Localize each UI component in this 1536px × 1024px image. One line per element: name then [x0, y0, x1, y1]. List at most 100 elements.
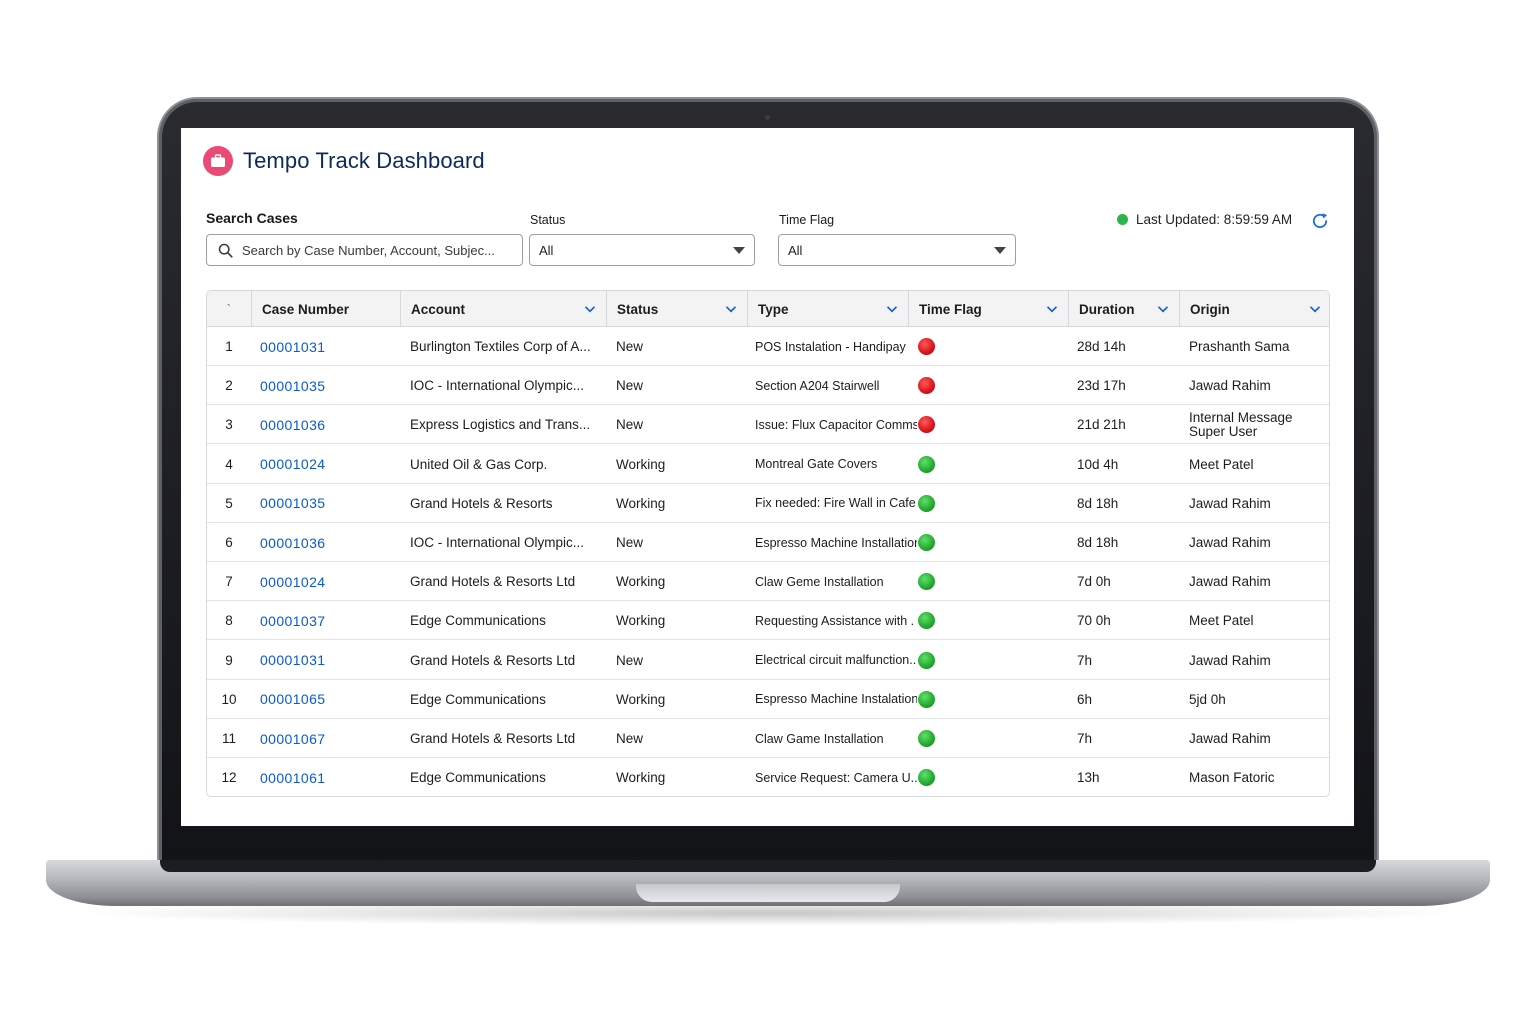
status-cell: Working — [616, 574, 666, 590]
chevron-down-icon[interactable] — [1157, 303, 1169, 315]
search-field[interactable] — [206, 234, 523, 266]
column-header-account[interactable]: Account — [400, 291, 606, 327]
table-row[interactable]: 2 00001035 IOC - International Olympic..… — [207, 366, 1329, 406]
duration-cell: 6h — [1077, 691, 1093, 707]
status-cell: Working — [616, 770, 666, 786]
table-row[interactable]: 5 00001035 Grand Hotels & Resorts Workin… — [207, 484, 1329, 523]
type-cell: Electrical circuit malfunction... — [755, 653, 917, 668]
column-header-time-flag[interactable]: Time Flag — [908, 291, 1068, 327]
origin-cell: Prashanth Sama — [1189, 327, 1290, 366]
case-number-link[interactable]: 00001037 — [260, 601, 326, 640]
status-cell: New — [616, 417, 644, 433]
account-cell: Grand Hotels & Resorts Ltd — [410, 731, 576, 746]
table-row[interactable]: 1 00001031 Burlington Textiles Corp of A… — [207, 327, 1329, 366]
case-number-link[interactable]: 00001031 — [260, 327, 326, 366]
column-header-label: Time Flag — [919, 301, 982, 317]
status-cell: Working — [616, 613, 666, 629]
case-number-link[interactable]: 00001024 — [260, 562, 326, 601]
table-row[interactable]: 3 00001036 Express Logistics and Trans..… — [207, 405, 1329, 445]
origin-line: Mason Fatoric — [1189, 770, 1275, 786]
laptop-notch — [636, 884, 900, 902]
refresh-icon[interactable] — [1310, 211, 1330, 231]
time-flag-cell — [916, 484, 936, 523]
table-row[interactable]: 9 00001031 Grand Hotels & Resorts Ltd Ne… — [207, 641, 1329, 680]
account-cell: IOC - International Olympic... — [410, 378, 585, 394]
account-cell: Edge Communications — [410, 770, 546, 786]
type-cell: Section A204 Stairwell — [755, 378, 880, 393]
duration-cell: 10d 4h — [1077, 456, 1119, 472]
origin-cell: Jawad Rahim — [1189, 562, 1271, 601]
account-cell: Grand Hotels & Resorts — [410, 495, 553, 511]
case-number-link[interactable]: 00001067 — [260, 719, 326, 758]
time-flag-indicator-icon — [917, 455, 935, 473]
account-cell: Burlington Textiles Corp of A... — [410, 339, 591, 354]
case-number-link[interactable]: 00001035 — [260, 484, 326, 523]
table-row[interactable]: 12 00001061 Edge Communications Working … — [207, 758, 1329, 796]
origin-line: Jawad Rahim — [1189, 535, 1271, 550]
row-number: 11 — [221, 731, 236, 746]
column-header-origin[interactable]: Origin — [1179, 291, 1329, 327]
table-header: ` Case Number Account Status Type Time F… — [207, 291, 1329, 327]
timeflag-select[interactable]: All — [778, 234, 1016, 266]
row-number: 8 — [225, 613, 233, 629]
type-cell: Issue: Flux Capacitor Comms — [755, 417, 917, 432]
row-number: 1 — [225, 339, 233, 354]
status-cell: Working — [616, 456, 666, 472]
row-number: 2 — [225, 378, 233, 394]
time-flag-cell — [916, 366, 936, 405]
chevron-down-icon[interactable] — [886, 303, 898, 315]
time-flag-indicator-icon — [917, 494, 935, 512]
status-dot-icon — [1117, 214, 1128, 225]
row-number: 4 — [225, 456, 233, 472]
timeflag-filter-label: Time Flag — [779, 213, 835, 227]
origin-line: 5jd 0h — [1189, 691, 1226, 707]
time-flag-indicator-icon — [917, 416, 935, 434]
time-flag-indicator-icon — [917, 730, 935, 747]
origin-cell: Jawad Rahim — [1189, 719, 1271, 758]
search-icon — [218, 243, 233, 258]
duration-cell: 28d 14h — [1077, 339, 1126, 354]
table-row[interactable]: 11 00001067 Grand Hotels & Resorts Ltd N… — [207, 719, 1329, 758]
column-header-label: Duration — [1079, 301, 1135, 317]
caret-down-icon — [733, 247, 745, 254]
chevron-down-icon[interactable] — [725, 303, 737, 315]
table-row[interactable]: 6 00001036 IOC - International Olympic..… — [207, 523, 1329, 562]
account-cell: United Oil & Gas Corp. — [410, 456, 548, 472]
table-row[interactable]: 8 00001037 Edge Communications Working R… — [207, 601, 1329, 641]
briefcase-icon — [203, 146, 233, 176]
chevron-down-icon[interactable] — [1309, 303, 1321, 315]
time-flag-cell — [916, 562, 936, 601]
type-cell: Service Request: Camera U.. — [755, 770, 917, 785]
time-flag-cell — [916, 758, 936, 796]
case-number-link[interactable]: 00001036 — [260, 405, 326, 444]
case-number-link[interactable]: 00001035 — [260, 366, 326, 405]
search-input[interactable] — [242, 242, 512, 258]
column-header-status[interactable]: Status — [606, 291, 747, 327]
column-header-index: ` — [226, 301, 232, 317]
case-number-link[interactable]: 00001024 — [260, 445, 326, 484]
origin-cell: Meet Patel — [1189, 601, 1254, 640]
time-flag-cell — [916, 445, 936, 484]
type-cell: POS Instalation - Handipay — [755, 339, 906, 354]
chevron-down-icon[interactable] — [584, 303, 596, 315]
case-number-link[interactable]: 00001031 — [260, 641, 326, 680]
status-select[interactable]: All — [529, 234, 755, 266]
origin-line: Meet Patel — [1189, 613, 1254, 629]
column-header-label: Status — [617, 301, 659, 317]
column-header-type[interactable]: Type — [747, 291, 908, 327]
duration-cell: 70 0h — [1077, 613, 1111, 629]
table-row[interactable]: 4 00001024 United Oil & Gas Corp. Workin… — [207, 445, 1329, 484]
case-number-link[interactable]: 00001061 — [260, 758, 326, 796]
status-select-value: All — [539, 242, 554, 258]
chevron-down-icon[interactable] — [1046, 303, 1058, 315]
case-number-link[interactable]: 00001065 — [260, 680, 326, 719]
origin-cell: Internal Message Super User — [1189, 405, 1293, 444]
case-number-link[interactable]: 00001036 — [260, 523, 326, 562]
column-header-label: Case Number — [262, 301, 350, 317]
table-row[interactable]: 7 00001024 Grand Hotels & Resorts Ltd Wo… — [207, 562, 1329, 602]
table-row[interactable]: 10 00001065 Edge Communications Working … — [207, 680, 1329, 719]
column-header-duration[interactable]: Duration — [1068, 291, 1179, 327]
row-number: 9 — [225, 652, 233, 668]
column-header-case-number[interactable]: Case Number — [251, 291, 400, 327]
status-cell: Working — [616, 495, 666, 511]
